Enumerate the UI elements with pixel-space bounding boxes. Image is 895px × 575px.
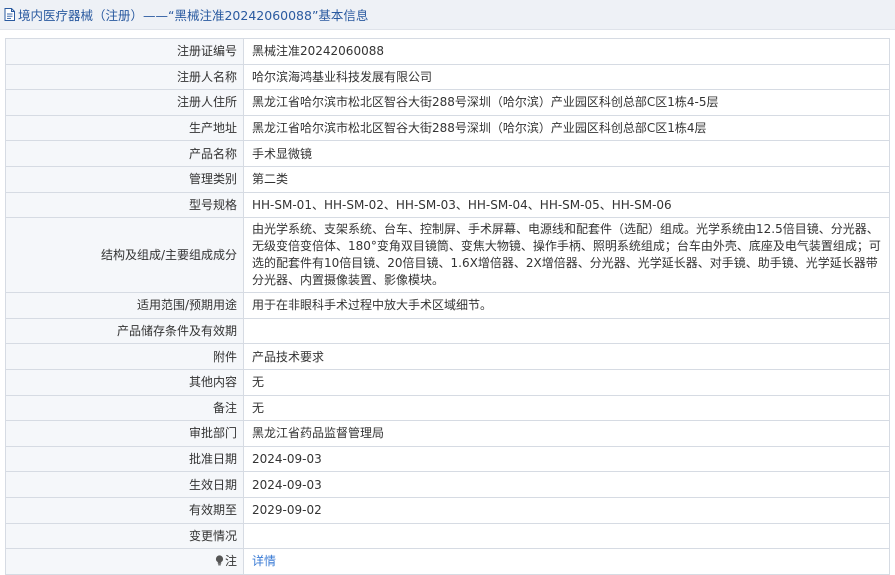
row-label: 生产地址 [5, 114, 244, 142]
row-value: 2024-09-03 [243, 471, 890, 498]
row-label: 有效期至 [5, 496, 244, 524]
row-value: HH-SM-01、HH-SM-02、HH-SM-03、HH-SM-04、HH-S… [243, 191, 890, 219]
row-value: 黑龙江省药品监督管理局 [243, 420, 890, 447]
table-row: 审批部门 黑龙江省药品监督管理局 [5, 420, 890, 447]
row-label: 附件 [5, 343, 244, 370]
row-label: 适用范围/预期用途 [5, 292, 244, 319]
row-value [243, 522, 890, 550]
table-row: 产品储存条件及有效期 [5, 317, 890, 345]
row-value: 手术显微镜 [243, 140, 890, 167]
table-row: 生效日期 2024-09-03 [5, 471, 890, 498]
table-row: 型号规格 HH-SM-01、HH-SM-02、HH-SM-03、HH-SM-04… [5, 191, 890, 219]
row-label: 备注 [5, 394, 244, 422]
row-label: 结构及组成/主要组成成分 [5, 217, 244, 294]
table-row: 适用范围/预期用途 用于在非眼科手术过程中放大手术区域细节。 [5, 292, 890, 319]
row-label: 产品储存条件及有效期 [5, 317, 244, 345]
row-label: 其他内容 [5, 368, 244, 396]
row-value: 无 [243, 368, 890, 396]
table-row: 注册证编号 黑械注准20242060088 [5, 38, 890, 65]
row-value: 黑龙江省哈尔滨市松北区智谷大街288号深圳（哈尔滨）产业园区科创总部C区1栋4-… [243, 89, 890, 116]
note-value-cell: 详情 [243, 548, 890, 575]
row-label: 生效日期 [5, 471, 244, 498]
row-value: 2024-09-03 [243, 445, 890, 473]
row-value: 黑械注准20242060088 [243, 38, 890, 65]
row-label: 批准日期 [5, 445, 244, 473]
details-link[interactable]: 详情 [252, 554, 276, 568]
table-row: 备注 无 [5, 394, 890, 422]
lightbulb-icon [215, 555, 224, 566]
table-row: 注册人住所 黑龙江省哈尔滨市松北区智谷大街288号深圳（哈尔滨）产业园区科创总部… [5, 89, 890, 116]
table-row: 管理类别 第二类 [5, 165, 890, 193]
table-row: 注册人名称 哈尔滨海鸿基业科技发展有限公司 [5, 63, 890, 91]
row-label: 管理类别 [5, 165, 244, 193]
row-value [243, 317, 890, 345]
table-row: 变更情况 [5, 522, 890, 550]
row-label: 产品名称 [5, 140, 244, 167]
table-row: 附件 产品技术要求 [5, 343, 890, 370]
table-row: 结构及组成/主要组成成分 由光学系统、支架系统、台车、控制屏、手术屏幕、电源线和… [5, 217, 890, 294]
table-row: 生产地址 黑龙江省哈尔滨市松北区智谷大街288号深圳（哈尔滨）产业园区科创总部C… [5, 114, 890, 142]
table-row: 其他内容 无 [5, 368, 890, 396]
row-label: 审批部门 [5, 420, 244, 447]
row-value: 产品技术要求 [243, 343, 890, 370]
page-title-bar: 境内医疗器械（注册）——“黑械注准20242060088”基本信息 [0, 0, 895, 30]
row-value: 由光学系统、支架系统、台车、控制屏、手术屏幕、电源线和配套件（选配）组成。光学系… [243, 217, 890, 294]
table-row: 批准日期 2024-09-03 [5, 445, 890, 473]
row-label: 注册人住所 [5, 89, 244, 116]
row-label: 注册证编号 [5, 38, 244, 65]
row-label: 变更情况 [5, 522, 244, 550]
row-value: 黑龙江省哈尔滨市松北区智谷大街288号深圳（哈尔滨）产业园区科创总部C区1栋4层 [243, 114, 890, 142]
row-label: 注册人名称 [5, 63, 244, 91]
page-title: 境内医疗器械（注册）——“黑械注准20242060088”基本信息 [18, 8, 369, 23]
row-value: 哈尔滨海鸿基业科技发展有限公司 [243, 63, 890, 91]
table-row: 有效期至 2029-09-02 [5, 496, 890, 524]
row-value: 用于在非眼科手术过程中放大手术区域细节。 [243, 292, 890, 319]
note-label-cell: 注 [5, 548, 244, 575]
row-label: 型号规格 [5, 191, 244, 219]
row-value: 2029-09-02 [243, 496, 890, 524]
row-value: 无 [243, 394, 890, 422]
note-label: 注 [224, 554, 237, 569]
table-row: 产品名称 手术显微镜 [5, 140, 890, 167]
document-icon [4, 8, 15, 21]
note-row: 注 详情 [5, 548, 890, 575]
detail-table: 注册证编号 黑械注准20242060088 注册人名称 哈尔滨海鸿基业科技发展有… [5, 38, 890, 575]
row-value: 第二类 [243, 165, 890, 193]
